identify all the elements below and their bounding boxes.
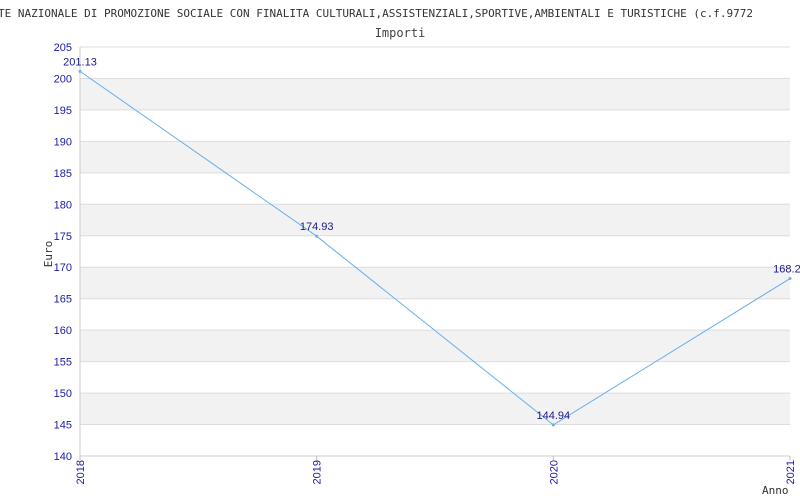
x-tick-label: 2020 [548,460,560,484]
data-point [315,234,319,238]
y-tick-label: 195 [54,105,72,117]
data-point [78,69,82,73]
y-axis-label: Euro [42,241,55,268]
y-axis-ticks: 140 145 150 155 160 165 170 175 180 185 190 195 200 2… [54,42,72,463]
data-point [551,423,555,427]
grid-band [80,393,790,425]
grid-bands [80,78,790,425]
line-chart: 1401451501551601651701751801851901952002… [0,7,800,497]
series-group [78,69,792,427]
y-tick-label: 205 [54,42,72,54]
y-tick-label: 145 [54,420,72,432]
x-tick-label: 2018 [75,460,87,484]
y-tick-label: 200 [54,73,72,85]
data-label: 144.94 [537,410,571,422]
y-tick-label: 175 [54,231,72,243]
data-labels: 201.13 174.93 144.94 168.20 [63,56,800,422]
series-line [79,70,791,426]
x-tick-label: 2019 [312,460,324,484]
data-label: 168.20 [773,264,800,276]
grid-band [80,330,790,362]
y-tick-label: 165 [54,294,72,306]
x-axis-ticks: 2018 2019 2020 2021 [75,456,797,484]
data-point [788,277,792,281]
grid-band [80,204,790,236]
grid-band [80,78,790,110]
y-tick-label: 150 [54,388,72,400]
y-tick-label: 155 [54,357,72,369]
x-axis-label: Anno [762,484,789,497]
chart-title: TE NAZIONALE DI PROMOZIONE SOCIALE CON F… [0,7,753,20]
y-tick-label: 180 [54,199,72,211]
grid-band [80,267,790,299]
x-tick-label: 2021 [785,460,797,484]
chart-subtitle: Importi [375,26,426,40]
y-tick-label: 170 [54,262,72,274]
y-tick-label: 140 [54,451,72,463]
y-tick-label: 160 [54,325,72,337]
data-label: 201.13 [63,56,97,68]
y-tick-label: 190 [54,136,72,148]
data-label: 174.93 [300,221,334,233]
y-tick-label: 185 [54,168,72,180]
